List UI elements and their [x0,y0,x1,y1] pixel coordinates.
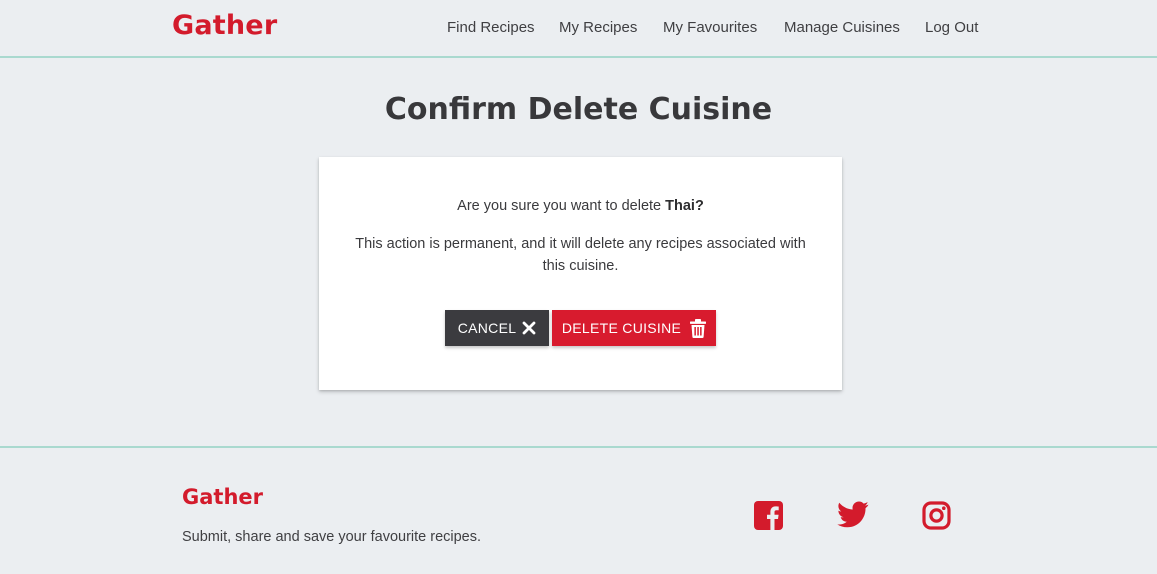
nav-log-out[interactable]: Log Out [925,19,978,36]
nav-my-favourites[interactable]: My Favourites [663,19,757,36]
confirm-delete-card: Are you sure you want to delete Thai? Th… [319,157,842,390]
close-icon [522,321,536,335]
cancel-button[interactable]: CANCEL [445,310,549,346]
delete-button-label: DELETE CUISINE [561,320,682,336]
cuisine-name: Thai? [665,198,704,214]
confirm-question-text: Are you sure you want to delete [457,198,662,214]
nav-my-recipes[interactable]: My Recipes [559,19,637,36]
confirm-question: Are you sure you want to delete Thai? [319,198,842,214]
instagram-icon[interactable] [922,501,952,531]
footer: Gather Submit, share and save your favou… [0,446,1157,574]
footer-tagline: Submit, share and save your favourite re… [182,529,482,545]
nav-manage-cuisines[interactable]: Manage Cuisines [784,19,900,36]
nav-links: Find Recipes My Recipes My Favourites Ma… [0,19,1157,39]
warning-text: This action is permanent, and it will de… [355,236,806,274]
nav-find-recipes[interactable]: Find Recipes [447,19,535,36]
facebook-icon[interactable] [754,501,784,531]
trash-icon [690,318,707,338]
footer-brand: Gather [182,485,263,509]
delete-cuisine-button[interactable]: DELETE CUISINE [552,310,716,346]
page-title: Confirm Delete Cuisine [384,92,773,127]
cancel-button-label: CANCEL [457,320,517,336]
navbar: Gather Find Recipes My Recipes My Favour… [0,0,1157,58]
twitter-icon[interactable] [837,501,869,531]
